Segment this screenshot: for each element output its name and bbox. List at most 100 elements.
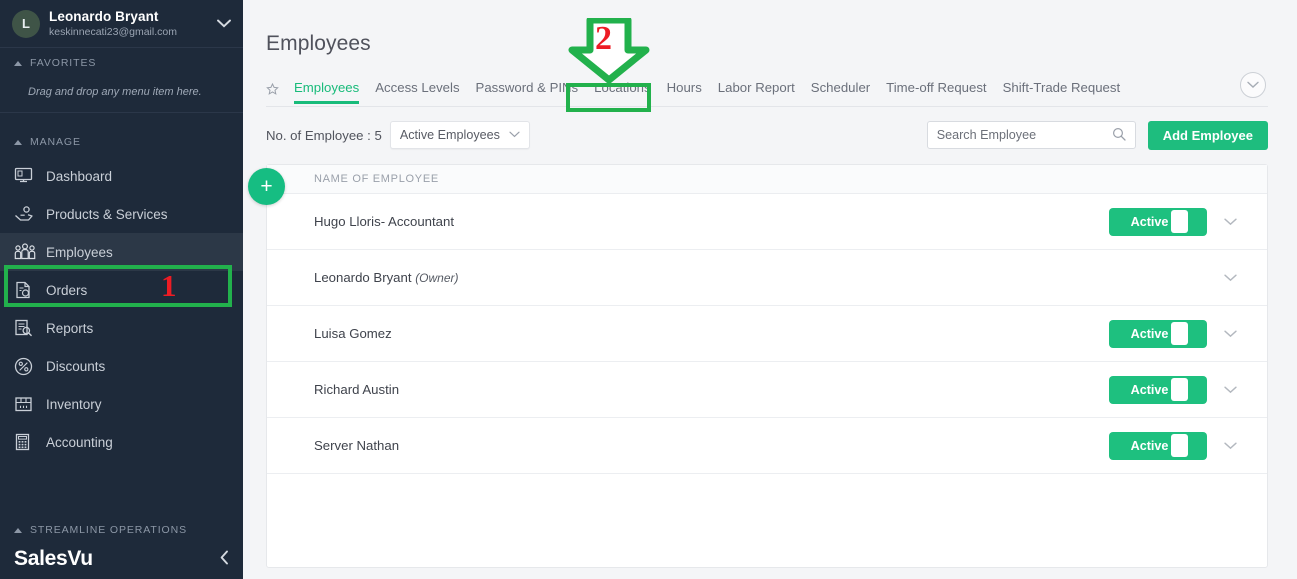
brand-logo: SalesVu bbox=[14, 547, 93, 570]
active-toggle-label: Active bbox=[1130, 438, 1169, 453]
column-header-name: NAME OF EMPLOYEE bbox=[314, 173, 439, 185]
chevron-down-icon[interactable] bbox=[213, 16, 231, 31]
sidebar-divider bbox=[0, 112, 243, 113]
sidebar-item-label: Discounts bbox=[46, 358, 106, 374]
sidebar-item-accounting[interactable]: Accounting bbox=[0, 423, 243, 461]
box-icon bbox=[14, 395, 40, 413]
plus-icon[interactable]: + bbox=[248, 168, 285, 205]
sidebar-item-employees[interactable]: Employees bbox=[0, 233, 243, 271]
table-row[interactable]: Richard Austin Active bbox=[267, 362, 1267, 418]
table-row[interactable]: Hugo Lloris- Accountant Active bbox=[267, 194, 1267, 250]
toolbar-right: Add Employee bbox=[926, 120, 1268, 150]
document-check-icon bbox=[14, 281, 40, 299]
table-header: NAME OF EMPLOYEE bbox=[267, 165, 1267, 194]
employee-name: Richard Austin bbox=[314, 382, 400, 397]
sidebar-group-manage[interactable]: MANAGE bbox=[0, 127, 243, 157]
toggle-knob bbox=[1170, 434, 1188, 457]
chevron-down-icon[interactable] bbox=[1207, 270, 1253, 285]
user-email: keskinnecati23@gmail.com bbox=[49, 26, 177, 39]
sidebar-item-label: Accounting bbox=[46, 434, 113, 450]
sidebar: L Leonardo Bryant keskinnecati23@gmail.c… bbox=[0, 0, 243, 579]
active-toggle[interactable]: Active bbox=[1109, 319, 1207, 348]
sidebar-item-reports[interactable]: Reports bbox=[0, 309, 243, 347]
row-controls: Active bbox=[1109, 375, 1253, 404]
employee-name: Leonardo Bryant (Owner) bbox=[314, 270, 459, 285]
sidebar-group-favorites-label: FAVORITES bbox=[30, 57, 97, 69]
calculator-icon bbox=[14, 433, 40, 451]
employee-name: Server Nathan bbox=[314, 438, 400, 453]
sidebar-group-manage-label: MANAGE bbox=[30, 136, 81, 148]
search-icon[interactable] bbox=[1112, 127, 1126, 144]
sidebar-item-discounts[interactable]: Discounts bbox=[0, 347, 243, 385]
active-toggle[interactable]: Active bbox=[1109, 207, 1207, 236]
avatar: L bbox=[12, 9, 40, 38]
tab-hours[interactable]: Hours bbox=[659, 80, 710, 103]
chevron-down-icon[interactable] bbox=[1207, 326, 1253, 341]
row-controls: Active bbox=[1109, 319, 1253, 348]
user-account-header[interactable]: L Leonardo Bryant keskinnecati23@gmail.c… bbox=[0, 0, 243, 48]
sidebar-group-streamline[interactable]: STREAMLINE OPERATIONS bbox=[0, 515, 243, 545]
row-controls: Active bbox=[1109, 431, 1253, 460]
tab-locations[interactable]: Locations bbox=[586, 80, 658, 103]
active-toggle-label: Active bbox=[1130, 214, 1169, 229]
row-controls bbox=[1109, 270, 1253, 285]
sidebar-item-label: Orders bbox=[46, 282, 88, 298]
search-employee-box[interactable] bbox=[926, 121, 1136, 149]
employee-filter-value: Active Employees bbox=[399, 128, 500, 142]
brand-row: SalesVu bbox=[0, 545, 243, 579]
tab-bar: Employees Access Levels Password & PINs … bbox=[266, 72, 1268, 107]
sidebar-item-label: Products & Services bbox=[46, 206, 168, 222]
active-toggle[interactable]: Active bbox=[1109, 375, 1207, 404]
chevron-down-icon[interactable] bbox=[1207, 438, 1253, 453]
triangle-up-icon bbox=[14, 60, 22, 66]
triangle-up-icon bbox=[14, 139, 22, 145]
employee-filter-select[interactable]: Active Employees bbox=[389, 121, 530, 149]
percent-circle-icon bbox=[14, 357, 40, 376]
employee-name: Luisa Gomez bbox=[314, 326, 392, 341]
star-icon[interactable] bbox=[266, 82, 279, 99]
chevron-down-circle-icon[interactable] bbox=[1240, 72, 1266, 98]
sidebar-item-label: Reports bbox=[46, 320, 94, 336]
toggle-knob bbox=[1170, 378, 1188, 401]
employee-name: Hugo Lloris- Accountant bbox=[314, 214, 455, 229]
sidebar-group-streamline-label: STREAMLINE OPERATIONS bbox=[30, 524, 187, 536]
active-toggle-label: Active bbox=[1130, 382, 1169, 397]
tab-time-off-request[interactable]: Time-off Request bbox=[878, 80, 994, 103]
chevron-left-icon[interactable] bbox=[220, 550, 229, 569]
tab-employees[interactable]: Employees bbox=[286, 80, 367, 104]
page-title: Employees bbox=[266, 32, 371, 55]
user-info: Leonardo Bryant keskinnecati23@gmail.com bbox=[49, 9, 213, 39]
report-search-icon bbox=[14, 319, 40, 337]
triangle-up-icon bbox=[14, 527, 22, 533]
sidebar-item-products-services[interactable]: Products & Services bbox=[0, 195, 243, 233]
sidebar-item-label: Dashboard bbox=[46, 168, 113, 184]
sidebar-group-favorites[interactable]: FAVORITES bbox=[0, 48, 243, 78]
sidebar-item-orders[interactable]: Orders bbox=[0, 271, 243, 309]
app-root: L Leonardo Bryant keskinnecati23@gmail.c… bbox=[0, 0, 1297, 579]
row-controls: Active bbox=[1109, 207, 1253, 236]
chevron-down-icon bbox=[509, 129, 520, 141]
tab-access-levels[interactable]: Access Levels bbox=[367, 80, 467, 103]
table-row[interactable]: Luisa Gomez Active bbox=[267, 306, 1267, 362]
tab-shift-trade-request[interactable]: Shift-Trade Request bbox=[995, 80, 1129, 103]
people-icon bbox=[14, 243, 40, 261]
tab-labor-report[interactable]: Labor Report bbox=[710, 80, 803, 103]
chevron-down-icon[interactable] bbox=[1207, 382, 1253, 397]
add-employee-button[interactable]: Add Employee bbox=[1147, 120, 1268, 150]
monitor-icon bbox=[14, 167, 40, 185]
user-name: Leonardo Bryant bbox=[49, 8, 159, 24]
chevron-down-icon[interactable] bbox=[1207, 214, 1253, 229]
employees-card: + NAME OF EMPLOYEE Hugo Lloris- Accounta… bbox=[248, 164, 1268, 568]
active-toggle[interactable]: Active bbox=[1109, 431, 1207, 460]
sidebar-bottom: STREAMLINE OPERATIONS SalesVu bbox=[0, 515, 243, 579]
table-row[interactable]: Server Nathan Active bbox=[267, 418, 1267, 474]
search-input[interactable] bbox=[936, 128, 1112, 142]
tab-scheduler[interactable]: Scheduler bbox=[803, 80, 878, 103]
active-toggle-label: Active bbox=[1130, 326, 1169, 341]
sidebar-item-inventory[interactable]: Inventory bbox=[0, 385, 243, 423]
toggle-knob bbox=[1170, 210, 1188, 233]
table-row[interactable]: Leonardo Bryant (Owner) bbox=[267, 250, 1267, 306]
toggle-knob bbox=[1170, 322, 1188, 345]
sidebar-item-dashboard[interactable]: Dashboard bbox=[0, 157, 243, 195]
tab-password-pins[interactable]: Password & PINs bbox=[468, 80, 587, 103]
